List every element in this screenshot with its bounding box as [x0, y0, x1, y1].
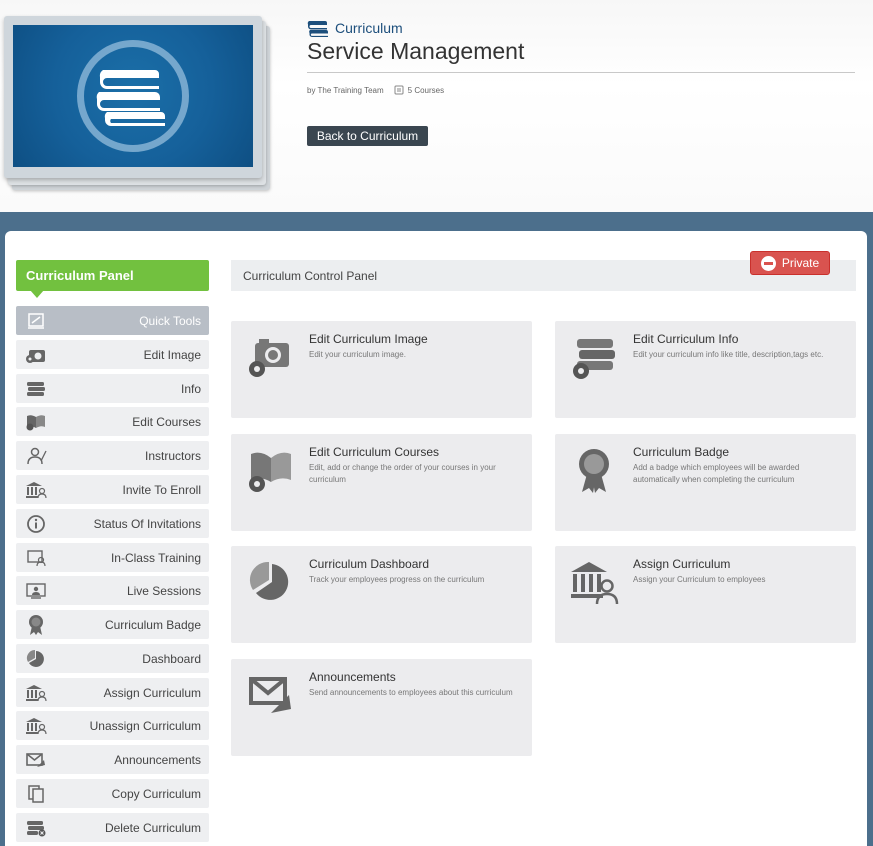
private-button[interactable]: Private	[750, 251, 830, 275]
tile-title: Edit Curriculum Image	[309, 332, 428, 346]
sidebar-item-label: Quick Tools	[139, 313, 201, 328]
tile-edit-curriculum-courses[interactable]: Edit Curriculum Courses Edit, add or cha…	[231, 434, 532, 531]
sidebar-item-label: Invite To Enroll	[122, 482, 202, 497]
sidebar-item-live-sessions[interactable]: Live Sessions	[16, 576, 209, 605]
sidebar-item-info[interactable]: Info	[16, 374, 209, 403]
sidebar-item-label: Instructors	[144, 448, 201, 463]
building-user-icon	[571, 562, 619, 605]
pie-chart-icon	[249, 561, 289, 600]
tile-title: Curriculum Dashboard	[309, 557, 430, 571]
camera-gear-icon	[249, 339, 289, 377]
sidebar-item-label: Status Of Invitations	[93, 516, 201, 531]
sidebar-item-edit-image[interactable]: Edit Image	[16, 340, 209, 369]
info-icon	[24, 513, 48, 535]
sidebar-item-status-of-invitations[interactable]: Status Of Invitations	[16, 509, 209, 538]
tile-edit-curriculum-info[interactable]: Edit Curriculum Info Edit your curriculu…	[555, 321, 856, 418]
tile-description: Edit your curriculum image.	[309, 350, 406, 359]
minus-circle-icon	[760, 255, 776, 271]
sidebar-item-curriculum-badge[interactable]: Curriculum Badge	[16, 610, 209, 639]
private-label: Private	[781, 256, 820, 270]
tile-description: Send announcements to employees about th…	[309, 688, 513, 697]
sidebar-item-announcements[interactable]: Announcements	[16, 745, 209, 774]
building-user-icon	[24, 715, 48, 737]
building-user-icon	[24, 479, 48, 501]
tile-description: Edit your curriculum info like title, de…	[633, 350, 824, 359]
live-session-icon	[24, 580, 48, 602]
tile-assign-curriculum[interactable]: Assign Curriculum Assign your Curriculum…	[555, 546, 856, 643]
sidebar-item-quick-tools[interactable]: Quick Tools	[16, 306, 209, 335]
badge-icon	[24, 614, 48, 636]
sidebar-item-in-class-training[interactable]: In-Class Training	[16, 543, 209, 572]
tile-title: Edit Curriculum Courses	[309, 445, 440, 459]
sidebar-item-label: Announcements	[114, 752, 201, 767]
tile-edit-curriculum-image[interactable]: Edit Curriculum Image Edit your curricul…	[231, 321, 532, 418]
title-divider	[307, 72, 855, 73]
sidebar-item-label: Edit Courses	[132, 414, 201, 429]
sidebar-item-label: Copy Curriculum	[111, 786, 201, 801]
envelope-arrow-icon	[249, 677, 291, 713]
tile-title: Edit Curriculum Info	[633, 332, 739, 346]
envelope-arrow-icon	[24, 749, 48, 771]
sidebar-item-label: Assign Curriculum	[103, 685, 201, 700]
sidebar-item-label: Live Sessions	[126, 583, 201, 598]
tile-description: Edit, add or change the order of your co…	[309, 463, 496, 484]
quick-tools-icon	[24, 310, 48, 332]
sidebar-item-edit-courses[interactable]: Edit Courses	[16, 407, 209, 436]
camera-gear-icon	[24, 344, 48, 366]
sidebar-item-label: In-Class Training	[110, 550, 201, 565]
curriculum-panel-title: Curriculum Panel	[16, 260, 209, 291]
open-book-gear-icon	[24, 411, 48, 433]
instructor-icon	[24, 445, 48, 467]
cover-image	[13, 25, 253, 167]
tile-title: Announcements	[309, 670, 396, 684]
sidebar-item-label: Dashboard	[142, 651, 201, 666]
back-to-curriculum-button[interactable]: Back to Curriculum	[307, 126, 428, 146]
building-user-icon	[24, 682, 48, 704]
curriculum-meta: by The Training Team 5 Courses	[307, 85, 444, 95]
books-icon	[24, 378, 48, 400]
tile-curriculum-badge[interactable]: Curriculum Badge Add a badge which emplo…	[555, 434, 856, 531]
sidebar-item-label: Delete Curriculum	[104, 820, 201, 835]
tile-description: Track your employees progress on the cur…	[309, 575, 485, 584]
sidebar-item-label: Unassign Curriculum	[89, 718, 201, 733]
panel-arrow	[30, 290, 44, 298]
sidebar-item-copy-curriculum[interactable]: Copy Curriculum	[16, 779, 209, 808]
curriculum-cover	[4, 16, 274, 194]
open-book-gear-icon	[249, 452, 291, 492]
classroom-icon	[24, 547, 48, 569]
courses-count: 5 Courses	[407, 85, 445, 95]
curriculum-icon	[307, 21, 328, 37]
tile-title: Assign Curriculum	[633, 557, 731, 571]
sidebar-item-label: Curriculum Badge	[104, 617, 201, 632]
sidebar-item-label: Info	[180, 381, 201, 396]
books-cover-icon	[96, 70, 165, 126]
tile-description: Assign your Curriculum to employees	[633, 575, 766, 584]
books-gear-icon	[573, 339, 615, 379]
author-label: by The Training Team	[307, 85, 384, 95]
tile-announcements[interactable]: Announcements Send announcements to empl…	[231, 659, 532, 756]
sidebar-item-delete-curriculum[interactable]: Delete Curriculum	[16, 813, 209, 842]
sidebar-item-assign-curriculum[interactable]: Assign Curriculum	[16, 678, 209, 707]
badge-icon	[579, 449, 609, 493]
page-title: Service Management	[307, 38, 525, 64]
category-label: Curriculum	[335, 20, 403, 36]
sidebar-item-dashboard[interactable]: Dashboard	[16, 644, 209, 673]
tile-description: Add a badge which employees will be awar…	[633, 463, 800, 484]
sidebar-item-unassign-curriculum[interactable]: Unassign Curriculum	[16, 711, 209, 740]
category-row: Curriculum	[307, 19, 403, 37]
copy-icon	[24, 783, 48, 805]
books-delete-icon	[24, 817, 48, 839]
sidebar-item-invite-to-enroll[interactable]: Invite To Enroll	[16, 475, 209, 504]
tile-title: Curriculum Badge	[633, 445, 730, 459]
courses-icon	[394, 85, 404, 95]
tile-curriculum-dashboard[interactable]: Curriculum Dashboard Track your employee…	[231, 546, 532, 643]
pie-chart-icon	[24, 648, 48, 670]
sidebar-item-label: Edit Image	[143, 347, 201, 362]
sidebar-item-instructors[interactable]: Instructors	[16, 441, 209, 470]
